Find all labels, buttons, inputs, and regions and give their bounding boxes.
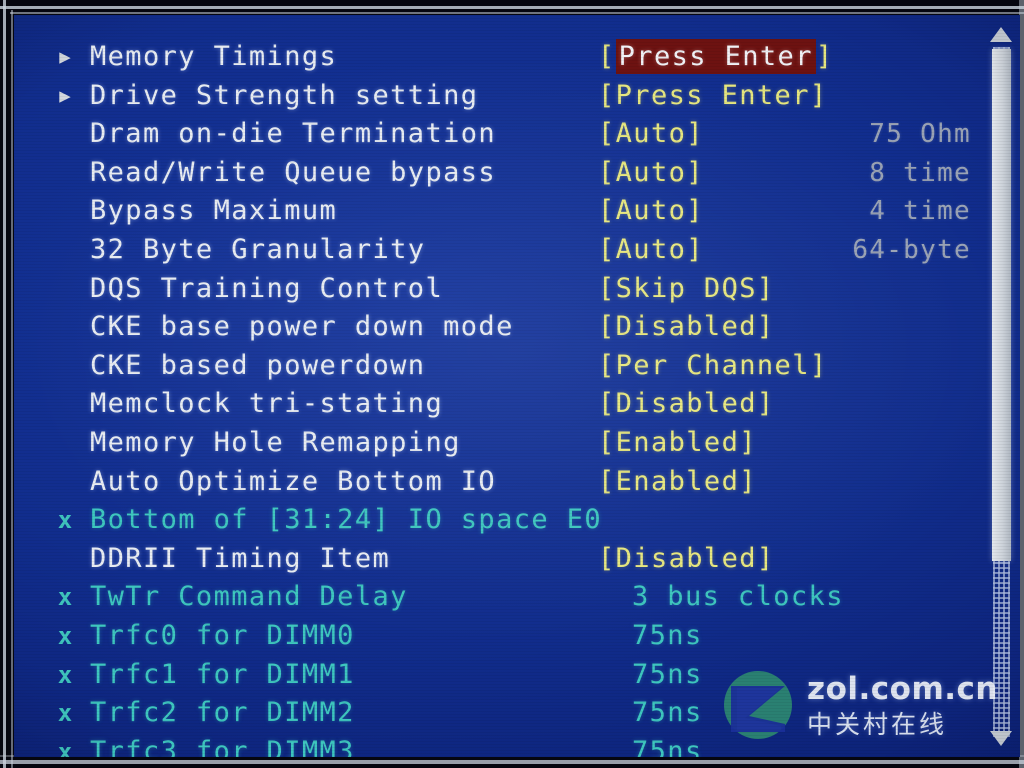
menu-row-value[interactable]: 75ns — [632, 617, 703, 655]
submenu-arrow-icon: ▶ — [59, 84, 71, 107]
menu-row-label: Trfc2 for DIMM2 — [90, 697, 355, 729]
menu-row[interactable]: ▶ Drive Strength setting [Press Enter] — [14, 77, 1020, 115]
scroll-thumb[interactable] — [992, 49, 1011, 561]
menu-row-label: Memory Hole Remapping — [90, 427, 461, 458]
disabled-x-icon: x — [57, 506, 73, 535]
menu-row-label: Auto Optimize Bottom IO — [90, 465, 497, 497]
menu-row-value[interactable]: [Auto] — [598, 231, 704, 269]
menu-row[interactable]: 32 Byte Granularity [Auto] 64-byte — [14, 231, 1020, 269]
menu-row[interactable]: Read/Write Queue bypass [Auto] 8 time — [14, 154, 1020, 192]
scroll-up-arrow[interactable] — [990, 27, 1012, 45]
menu-row[interactable]: x Trfc0 for DIMM0 75ns — [14, 617, 1020, 655]
disabled-x-icon: x — [57, 622, 73, 650]
menu-row-value[interactable]: [Auto] — [598, 154, 704, 192]
menu-row[interactable]: ▶ Memory Timings [Press Enter] — [14, 38, 1020, 76]
menu-row-label: Memclock tri-stating — [90, 388, 444, 420]
bezel-edge-top-inner — [10, 12, 1024, 14]
menu-row-label: Trfc1 for DIMM1 — [90, 658, 355, 690]
menu-row-value[interactable]: [Disabled] — [598, 540, 775, 578]
menu-row-value[interactable]: [Disabled] — [598, 385, 775, 423]
menu-row[interactable]: DQS Training Control [Skip DQS] — [14, 270, 1020, 308]
disabled-x-icon: x — [57, 583, 73, 612]
menu-row-label: Trfc0 for DIMM0 — [90, 620, 355, 651]
menu-row-label: DQS Training Control — [90, 272, 444, 304]
menu-row-label: Read/Write Queue bypass — [90, 156, 497, 188]
menu-row-label: Trfc3 for DIMM3 — [90, 735, 355, 757]
menu-row-value[interactable]: 3 bus clocks — [632, 578, 844, 616]
menu-row-label: CKE base power down mode — [90, 311, 514, 343]
zol-watermark-text: zol.com.cn 中关村在线 — [807, 670, 998, 739]
bezel-edge-bottom — [0, 760, 1024, 764]
menu-row[interactable]: DDRII Timing Item [Disabled] — [14, 540, 1020, 578]
menu-row-value[interactable]: [Per Channel] — [598, 347, 828, 385]
menu-row-value[interactable]: [Skip DQS] — [598, 270, 775, 308]
crt-photo: ▶ Memory Timings [Press Enter] ▶ Drive Stren… — [0, 0, 1024, 768]
menu-row-label: DDRII Timing Item — [90, 542, 391, 574]
menu-scrollbar[interactable] — [988, 23, 1014, 751]
menu-row-value[interactable]: [Auto] — [598, 192, 704, 230]
menu-row-value[interactable]: [Enabled] — [598, 463, 757, 501]
zol-watermark: zol.com.cn 中关村在线 — [719, 661, 998, 749]
menu-row-aux-value: 4 time — [869, 196, 971, 227]
menu-row-aux-value: 64-byte — [852, 235, 971, 265]
menu-row-aux-value: 8 time — [869, 157, 971, 188]
menu-row[interactable]: CKE based powerdown [Per Channel] — [14, 347, 1020, 385]
menu-row-label: CKE based powerdown — [90, 349, 426, 381]
menu-row-label: Memory Timings — [90, 41, 338, 72]
zol-chinese-text: 中关村在线 — [807, 709, 948, 739]
menu-row-label: Dram on-die Termination — [90, 118, 497, 150]
menu-row[interactable]: Memory Hole Remapping [Enabled] — [14, 424, 1020, 462]
menu-row[interactable]: Dram on-die Termination [Auto] 75 Ohm — [14, 115, 1020, 153]
menu-row-value[interactable]: 75ns — [632, 656, 703, 694]
menu-row-value[interactable]: [Press Enter] — [598, 77, 828, 115]
disabled-x-icon: x — [57, 737, 73, 757]
menu-row-value[interactable]: [Auto] — [598, 115, 704, 153]
menu-row-value[interactable]: 75ns — [632, 733, 703, 757]
menu-row-value[interactable]: [Disabled] — [598, 308, 775, 346]
menu-row[interactable]: CKE base power down mode [Disabled] — [14, 308, 1020, 346]
menu-row-value[interactable]: [Press Enter] — [598, 38, 834, 76]
disabled-x-icon: x — [57, 699, 73, 728]
disabled-x-icon: x — [57, 660, 73, 689]
menu-row-label: 32 Byte Granularity — [90, 234, 426, 265]
menu-row-label: TwTr Command Delay — [90, 581, 408, 613]
zol-logo-icon — [719, 666, 797, 744]
selected-value-highlight[interactable]: Press Enter — [615, 39, 816, 74]
menu-row[interactable]: Memclock tri-stating [Disabled] — [14, 385, 1020, 423]
menu-row-aux-value: 75 Ohm — [869, 119, 971, 150]
menu-row-value[interactable]: 75ns — [632, 694, 703, 732]
bezel-edge-left-inner — [11, 10, 13, 768]
bezel-edge-left — [3, 0, 6, 768]
submenu-arrow-icon: ▶ — [59, 46, 71, 68]
bezel-edge-top — [0, 6, 1024, 9]
menu-row-label: Drive Strength setting — [90, 79, 479, 111]
menu-row[interactable]: x Bottom of [31:24] IO space E0 — [14, 501, 1020, 539]
menu-row[interactable]: Auto Optimize Bottom IO [Enabled] — [14, 463, 1020, 501]
menu-row-label: Bypass Maximum — [90, 195, 338, 227]
bios-setup-screen: ▶ Memory Timings [Press Enter] ▶ Drive Stren… — [14, 15, 1020, 757]
menu-row[interactable]: Bypass Maximum [Auto] 4 time — [14, 192, 1020, 230]
zol-domain-text: zol.com.cn — [807, 670, 998, 707]
menu-row-label: Bottom of [31:24] IO space E0 — [90, 504, 603, 536]
menu-row[interactable]: x TwTr Command Delay 3 bus clocks — [14, 578, 1020, 616]
menu-row-value[interactable]: [Enabled] — [598, 424, 757, 462]
